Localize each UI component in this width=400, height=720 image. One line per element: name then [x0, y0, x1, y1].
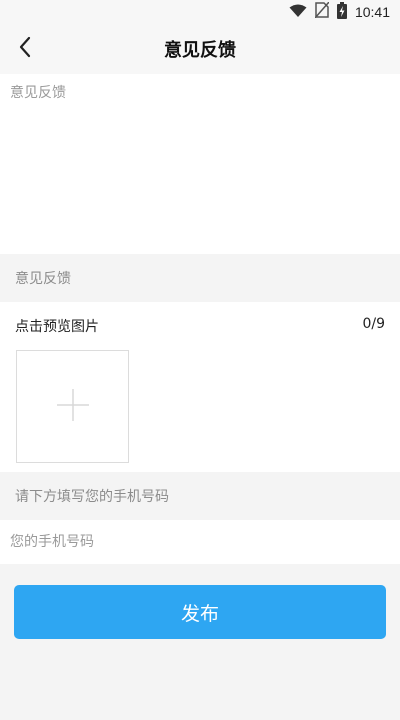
page-title: 意见反馈 [164, 40, 236, 61]
photo-section-title: 点击预览图片 [15, 319, 99, 335]
plus-icon [56, 388, 90, 426]
phone-section-label: 请下方填写您的手机号码 [0, 472, 400, 520]
add-photo-button[interactable] [16, 350, 129, 463]
feedback-section-label: 意见反馈 [0, 254, 400, 302]
battery-charging-icon [336, 1, 347, 23]
wifi-icon [289, 3, 307, 22]
status-bar: 10:41 [0, 0, 400, 24]
photo-count: 0/9 [362, 316, 385, 332]
no-sim-icon [314, 1, 330, 22]
feedback-input[interactable] [0, 74, 400, 254]
publish-button[interactable]: 发布 [14, 585, 386, 639]
chevron-left-icon [18, 36, 32, 62]
photo-section: 点击预览图片 0/9 [0, 302, 400, 472]
app-bar: 意见反馈 [0, 24, 400, 74]
status-time: 10:41 [354, 4, 390, 20]
back-button[interactable] [8, 32, 42, 66]
phone-input[interactable] [0, 520, 400, 564]
